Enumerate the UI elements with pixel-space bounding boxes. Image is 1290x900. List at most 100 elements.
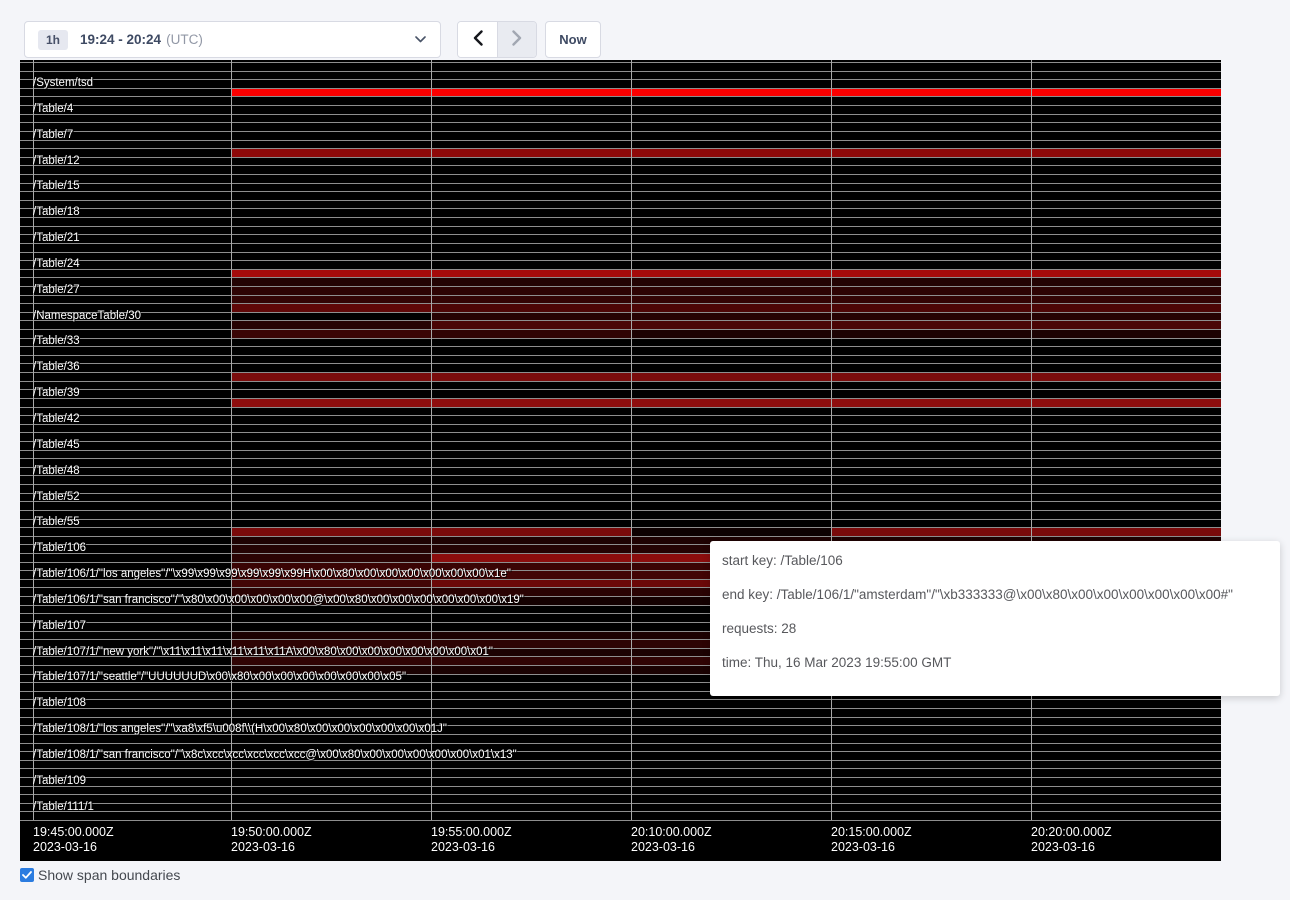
heatmap-band[interactable]: [631, 303, 831, 312]
heatmap-band[interactable]: [231, 536, 431, 545]
heatmap-band[interactable]: [231, 631, 431, 640]
heatmap-band[interactable]: [1031, 329, 1221, 338]
span-boundary-line: [20, 768, 1221, 769]
x-axis-tick-time: 19:45:00.000Z: [33, 825, 114, 840]
heatmap-band[interactable]: [231, 398, 431, 407]
heatmap-band[interactable]: [831, 148, 1031, 157]
heatmap-band[interactable]: [631, 269, 831, 278]
key-visualizer-heatmap[interactable]: /System/tsd/Table/4/Table/7/Table/12/Tab…: [20, 60, 1221, 861]
heatmap-band[interactable]: [831, 320, 1031, 329]
heatmap-band[interactable]: [631, 372, 831, 381]
heatmap-band[interactable]: [431, 527, 631, 536]
heatmap-band[interactable]: [431, 286, 631, 295]
heatmap-band[interactable]: [1031, 269, 1221, 278]
heatmap-band[interactable]: [631, 312, 831, 321]
row-label: /Table/36: [33, 362, 80, 374]
heatmap-band[interactable]: [431, 665, 631, 674]
heatmap-band[interactable]: [1031, 286, 1221, 295]
heatmap-band[interactable]: [631, 329, 831, 338]
heatmap-band[interactable]: [431, 148, 631, 157]
heatmap-band[interactable]: [631, 295, 831, 304]
heatmap-band[interactable]: [1031, 277, 1221, 286]
heatmap-band[interactable]: [431, 329, 631, 338]
span-boundary-line: [20, 174, 1221, 175]
heatmap-band[interactable]: [231, 553, 431, 562]
span-boundary-line: [20, 277, 1221, 278]
heatmap-band[interactable]: [631, 398, 831, 407]
heatmap-band[interactable]: [1031, 320, 1221, 329]
heatmap-band[interactable]: [431, 312, 631, 321]
heatmap-band[interactable]: [431, 320, 631, 329]
span-boundary-line: [20, 226, 1221, 227]
chevron-down-icon: [415, 36, 426, 43]
heatmap-band[interactable]: [431, 553, 631, 562]
prev-time-button[interactable]: [458, 22, 497, 57]
heatmap-band[interactable]: [1031, 398, 1221, 407]
heatmap-band[interactable]: [431, 544, 631, 553]
heatmap-band[interactable]: [431, 536, 631, 545]
row-label: /Table/111/1: [33, 802, 94, 814]
heatmap-band[interactable]: [1031, 527, 1221, 536]
heatmap-band[interactable]: [831, 312, 1031, 321]
heatmap-band[interactable]: [431, 295, 631, 304]
heatmap-band[interactable]: [831, 372, 1031, 381]
heatmap-band[interactable]: [1031, 303, 1221, 312]
tooltip-time: time: Thu, 16 Mar 2023 19:55:00 GMT: [722, 655, 951, 670]
span-boundary-line: [20, 71, 1221, 72]
row-label: /Table/106/1/"san francisco"/"\x80\x00\x…: [33, 595, 524, 607]
span-boundary-line: [20, 743, 1221, 744]
heatmap-band[interactable]: [231, 148, 431, 157]
heatmap-band[interactable]: [831, 295, 1031, 304]
heatmap-band[interactable]: [1031, 372, 1221, 381]
heatmap-band[interactable]: [631, 320, 831, 329]
show-span-boundaries-checkbox[interactable]: [20, 868, 34, 882]
heatmap-band[interactable]: [1031, 88, 1221, 97]
heatmap-band[interactable]: [231, 527, 431, 536]
heatmap-band[interactable]: [831, 398, 1031, 407]
heatmap-band[interactable]: [431, 631, 631, 640]
heatmap-band[interactable]: [431, 88, 631, 97]
heatmap-band[interactable]: [831, 303, 1031, 312]
heatmap-band[interactable]: [231, 269, 431, 278]
next-time-button[interactable]: [497, 22, 536, 57]
heatmap-band[interactable]: [631, 277, 831, 286]
time-range-select[interactable]: 1h 19:24 - 20:24 (UTC): [24, 21, 441, 58]
heatmap-band[interactable]: [831, 277, 1031, 286]
heatmap-band[interactable]: [431, 372, 631, 381]
heatmap-band[interactable]: [231, 303, 431, 312]
heatmap-band[interactable]: [231, 286, 431, 295]
heatmap-band[interactable]: [631, 148, 831, 157]
heatmap-band[interactable]: [231, 372, 431, 381]
heatmap-band[interactable]: [831, 329, 1031, 338]
time-range-badge: 1h: [38, 30, 68, 50]
heatmap-band[interactable]: [231, 329, 431, 338]
heatmap-band[interactable]: [631, 527, 831, 536]
x-axis-tick-time: 19:50:00.000Z: [231, 825, 312, 840]
heatmap-band[interactable]: [431, 398, 631, 407]
heatmap-band[interactable]: [831, 269, 1031, 278]
span-boundary-line: [20, 329, 1221, 330]
heatmap-band[interactable]: [431, 303, 631, 312]
span-boundary-line: [20, 424, 1221, 425]
heatmap-band[interactable]: [431, 269, 631, 278]
heatmap-band[interactable]: [631, 88, 831, 97]
heatmap-band[interactable]: [831, 286, 1031, 295]
span-boundary-line: [20, 493, 1221, 494]
heatmap-band[interactable]: [1031, 295, 1221, 304]
span-boundary-line: [20, 252, 1221, 253]
span-boundary-line: [20, 372, 1221, 373]
heatmap-band[interactable]: [231, 295, 431, 304]
span-boundary-line: [20, 432, 1221, 433]
heatmap-band[interactable]: [1031, 312, 1221, 321]
heatmap-band[interactable]: [631, 286, 831, 295]
heatmap-band[interactable]: [431, 277, 631, 286]
heatmap-band[interactable]: [231, 88, 431, 97]
heatmap-band[interactable]: [1031, 148, 1221, 157]
heatmap-band[interactable]: [831, 527, 1031, 536]
heatmap-band[interactable]: [231, 320, 431, 329]
now-button[interactable]: Now: [545, 21, 601, 58]
heatmap-band[interactable]: [231, 277, 431, 286]
span-boundary-line: [20, 484, 1221, 485]
heatmap-band[interactable]: [231, 544, 431, 553]
heatmap-band[interactable]: [831, 88, 1031, 97]
